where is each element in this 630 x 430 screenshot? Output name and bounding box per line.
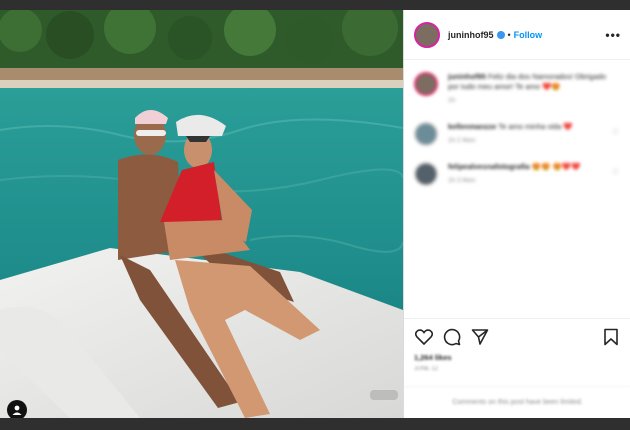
photo-illustration [0, 10, 403, 418]
post-date: JUNE 12 [414, 366, 439, 372]
comment-item: felipealvesnafotografia 😍😍 😍❤️❤️ 1h 3 li… [414, 162, 621, 186]
comment-like-icon[interactable]: ♡ [612, 128, 619, 137]
comment-user[interactable]: felipealvesnafotografia [448, 162, 530, 171]
comment-like-icon[interactable]: ♡ [612, 168, 619, 177]
user-tag-icon [12, 405, 22, 415]
post-header: juninhof95 • Follow ••• [404, 10, 630, 60]
bookmark-icon [604, 328, 618, 346]
save-button[interactable] [601, 327, 621, 347]
user-tag-button[interactable] [7, 400, 27, 418]
comment-avatar[interactable] [414, 122, 438, 146]
comments-limited-notice: Comments on this post have been limited. [404, 386, 630, 418]
post-side-panel: juninhof95 • Follow ••• juninhof95 Feliz… [403, 10, 630, 418]
comment-meta: 1h 2 likes [448, 137, 476, 144]
comment-button[interactable] [442, 327, 462, 347]
comment-meta: 1h 3 likes [448, 177, 476, 184]
comment-text: Te amo minha vida ❤️ [498, 122, 573, 131]
action-icons [414, 327, 621, 347]
comment-text: 😍😍 😍❤️❤️ [531, 162, 581, 171]
more-icon[interactable]: ••• [605, 28, 621, 42]
bottom-border [0, 418, 630, 430]
comment-user[interactable]: kellenmanzze [448, 122, 496, 131]
top-border [0, 0, 630, 10]
like-count[interactable]: 1,264 likes [414, 353, 621, 362]
caption: juninhof95 Feliz dia dos Namorados! Obri… [414, 72, 621, 106]
separator-dot: • [507, 29, 511, 40]
heart-icon [415, 329, 433, 345]
like-button[interactable] [414, 327, 434, 347]
share-button[interactable] [470, 327, 490, 347]
post-photo[interactable] [0, 10, 403, 418]
comment-icon [443, 328, 461, 346]
author-username[interactable]: juninhof95 [448, 30, 494, 40]
share-icon [471, 329, 489, 345]
comment-meta: 1h [448, 97, 456, 104]
author-avatar[interactable] [414, 21, 440, 48]
comment-item: kellenmanzze Te amo minha vida ❤️ 1h 2 l… [414, 122, 621, 146]
verified-icon [496, 30, 505, 39]
post-actions: 1,264 likes JUNE 12 [404, 318, 630, 372]
comment-avatar[interactable] [414, 162, 438, 186]
follow-button[interactable]: Follow [514, 30, 543, 40]
comment-avatar[interactable] [414, 72, 438, 96]
comments-list: juninhof95 Feliz dia dos Namorados! Obri… [404, 60, 630, 318]
comment-user[interactable]: juninhof95 [448, 72, 486, 81]
